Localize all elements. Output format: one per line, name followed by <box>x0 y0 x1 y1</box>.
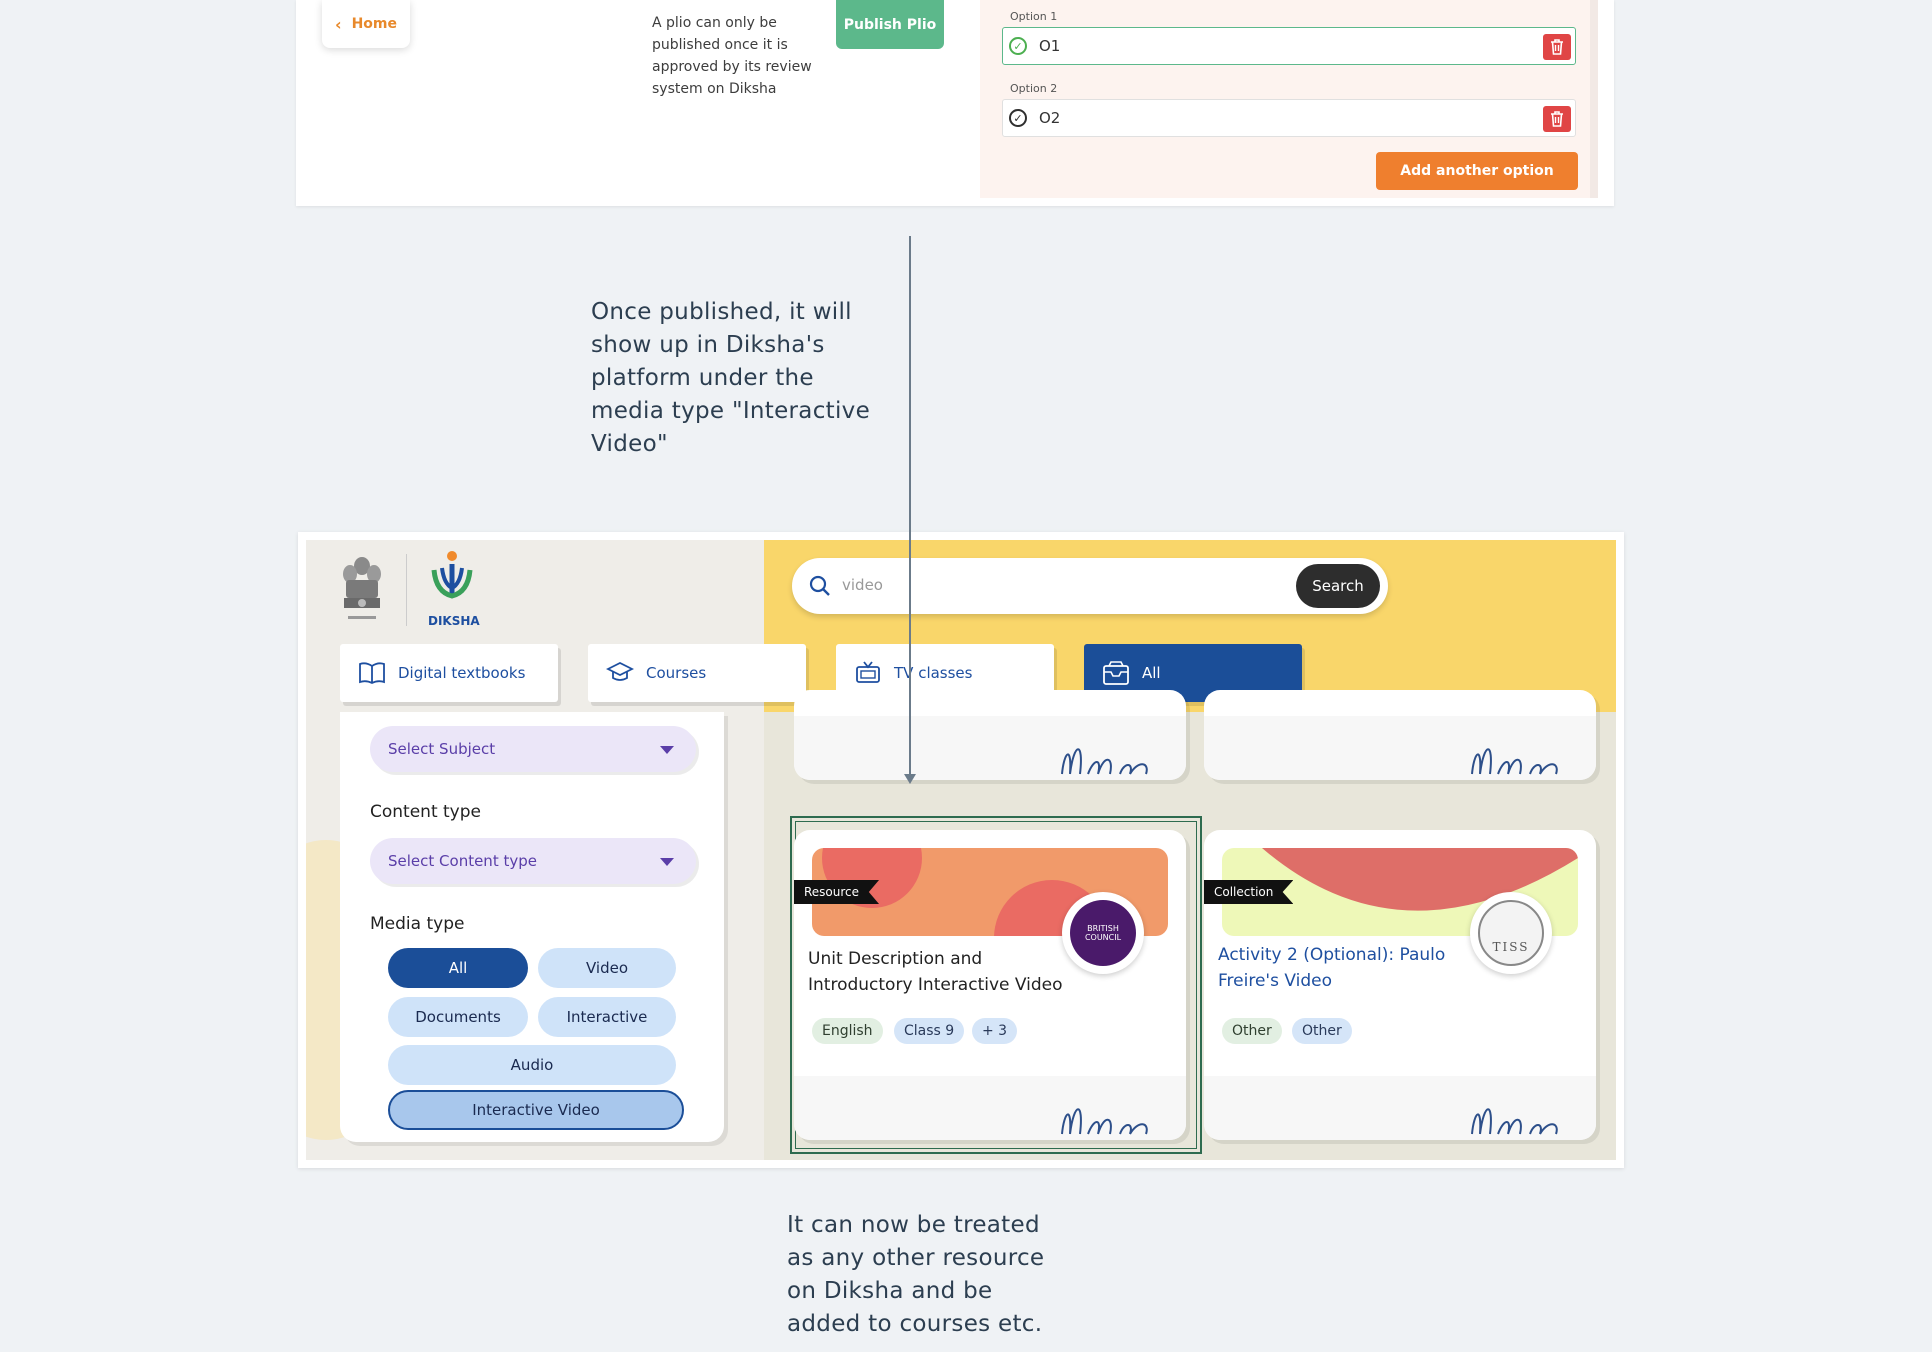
grass-doodle-icon <box>1471 748 1558 775</box>
option-1-field[interactable]: ✓ O1 <box>1002 27 1576 65</box>
media-type-label: Media type <box>370 914 465 934</box>
option-2-field[interactable]: ✓ O2 <box>1002 99 1576 137</box>
tag-language: English <box>812 1018 883 1044</box>
chevron-left-icon: ‹ <box>334 14 342 34</box>
delete-option-2-button[interactable] <box>1543 106 1571 132</box>
search-button[interactable]: Search <box>1296 564 1380 608</box>
logo-text: TISS <box>1478 900 1544 966</box>
option-1-label: Option 1 <box>1010 10 1058 23</box>
tab-label: All <box>1142 664 1161 682</box>
home-button[interactable]: ‹ Home <box>322 0 410 48</box>
result-card-collection[interactable]: Collection TISS Activity 2 (Optional): P… <box>1204 830 1596 1140</box>
select-content-type-placeholder: Select Content type <box>388 852 537 870</box>
result-card-partial[interactable] <box>794 690 1186 780</box>
card-title[interactable]: Unit Description and Introductory Intera… <box>808 946 1078 998</box>
options-scrollbar[interactable] <box>1590 0 1598 198</box>
tv-icon <box>856 661 880 683</box>
inbox-icon <box>1103 661 1129 685</box>
tiss-logo: TISS <box>1470 892 1552 974</box>
tab-label: TV classes <box>894 664 973 682</box>
search-icon <box>809 575 830 596</box>
grass-doodle-icon <box>1471 1108 1558 1135</box>
card-title[interactable]: Activity 2 (Optional): Paulo Freire's Vi… <box>1218 942 1454 994</box>
trash-icon <box>1551 111 1563 127</box>
check-circle-icon[interactable]: ✓ <box>1009 37 1027 55</box>
annotation-published: Once published, it will show up in Diksh… <box>591 299 871 457</box>
diksha-brand: DIKSHA <box>428 614 480 628</box>
media-chip-audio[interactable]: Audio <box>388 1045 676 1085</box>
select-content-type-dropdown[interactable]: Select Content type <box>370 838 696 884</box>
graduation-cap-icon <box>606 661 634 681</box>
option-2-value: O2 <box>1039 109 1061 127</box>
select-subject-dropdown[interactable]: Select Subject <box>370 726 696 772</box>
annotation-arrow <box>909 236 911 778</box>
media-chip-all[interactable]: All <box>388 948 528 988</box>
result-card-partial[interactable] <box>1204 690 1596 780</box>
tab-digital-textbooks[interactable]: Digital textbooks <box>340 644 558 702</box>
select-subject-placeholder: Select Subject <box>388 740 496 758</box>
result-card-resource[interactable]: Resource BRITISH COUNCIL Unit Descriptio… <box>794 830 1186 1140</box>
tag-other: Other <box>1292 1018 1352 1044</box>
resource-ribbon: Resource <box>794 880 880 904</box>
option-2-label: Option 2 <box>1010 82 1058 95</box>
media-chip-documents[interactable]: Documents <box>388 997 528 1037</box>
search-input[interactable]: video <box>842 576 883 594</box>
media-chip-interactive-video[interactable]: Interactive Video <box>388 1090 684 1130</box>
grass-doodle-icon <box>1061 1108 1148 1135</box>
tab-label: Digital textbooks <box>398 664 526 682</box>
tab-courses[interactable]: Courses <box>588 644 806 702</box>
grass-doodle-icon <box>1061 748 1148 775</box>
publish-plio-button[interactable]: Publish Plio <box>836 0 944 49</box>
media-chip-video[interactable]: Video <box>538 948 676 988</box>
collection-ribbon: Collection <box>1204 880 1294 904</box>
option-1-value: O1 <box>1039 37 1061 55</box>
add-another-option-button[interactable]: Add another option <box>1376 152 1578 190</box>
caret-down-icon <box>660 858 674 866</box>
options-panel: Option 1 ✓ O1 Option 2 ✓ O2 Add another … <box>980 0 1598 198</box>
tag-other: Other <box>1222 1018 1282 1044</box>
plio-editor-panel: ‹ Home A plio can only be published once… <box>296 0 1614 206</box>
diksha-screenshot: DIKSHA video Search Digital textbooks Co… <box>298 532 1624 1168</box>
publish-note: A plio can only be published once it is … <box>652 15 812 97</box>
arrow-down-icon <box>904 774 916 784</box>
tag-more: + 3 <box>972 1018 1018 1044</box>
annotation-resource: It can now be treated as any other resou… <box>787 1212 1045 1337</box>
filter-panel: Select Subject Content type Select Conte… <box>340 712 724 1142</box>
delete-option-1-button[interactable] <box>1543 34 1571 60</box>
home-label: Home <box>351 16 397 32</box>
tag-class: Class 9 <box>894 1018 965 1044</box>
book-icon <box>359 662 385 685</box>
trash-icon <box>1551 39 1563 55</box>
logo-text: BRITISH COUNCIL <box>1070 900 1136 966</box>
content-type-label: Content type <box>370 802 481 822</box>
caret-down-icon <box>660 746 674 754</box>
diksha-page: DIKSHA video Search Digital textbooks Co… <box>306 540 1616 1160</box>
tab-label: Courses <box>646 664 707 682</box>
media-chip-interactive[interactable]: Interactive <box>538 997 676 1037</box>
check-circle-icon[interactable]: ✓ <box>1009 109 1027 127</box>
search-bar[interactable]: video Search <box>792 558 1388 614</box>
national-emblem-icon <box>343 557 381 619</box>
